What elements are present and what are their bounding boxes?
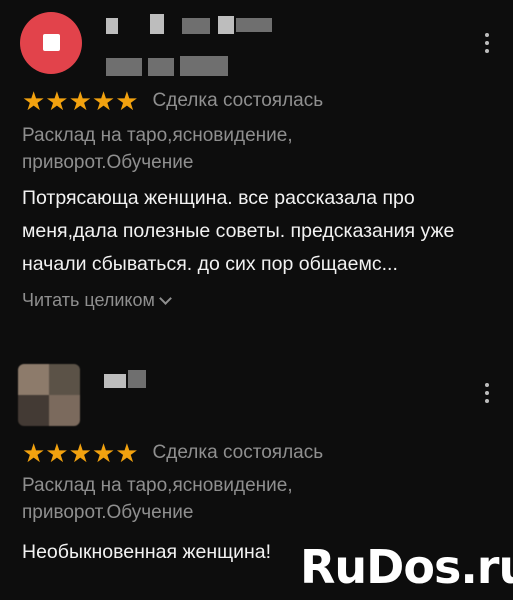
read-more-link[interactable]: Читать целиком [22, 290, 172, 311]
avatar-glyph [43, 34, 60, 51]
rating-row: ★★★★★ Сделка состоялась [22, 440, 323, 466]
avatar[interactable] [20, 12, 82, 74]
deal-status: Сделка состоялась [152, 90, 324, 111]
read-more-label: Читать целиком [22, 290, 155, 310]
rating-row: ★★★★★ Сделка состоялась [22, 88, 323, 114]
star-rating: ★★★★★ [22, 86, 139, 116]
more-options-button[interactable] [485, 383, 491, 403]
star-rating: ★★★★★ [22, 438, 139, 468]
chevron-down-icon [159, 292, 172, 305]
service-name: Расклад на таро,ясновидение, приворот.Об… [22, 125, 293, 173]
service-name: Расклад на таро,ясновидение, приворот.Об… [22, 475, 293, 523]
review-text: Потрясающа женщина. все рассказала про м… [22, 187, 455, 275]
watermark-logo: RuDos.ru [300, 540, 513, 594]
more-options-button[interactable] [485, 33, 491, 53]
avatar[interactable] [18, 364, 80, 426]
deal-status: Сделка состоялась [152, 442, 324, 463]
